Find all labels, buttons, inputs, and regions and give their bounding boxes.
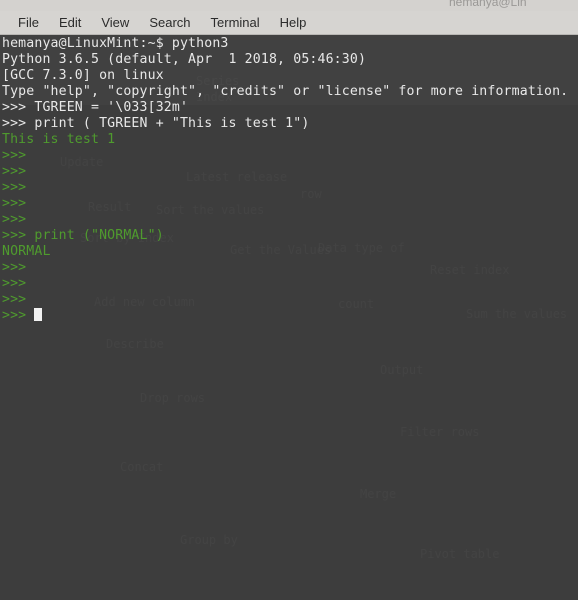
- terminal-line: >>>: [2, 276, 27, 291]
- terminal-line: >>> TGREEN = '\033[32m': [2, 100, 189, 115]
- terminal-line: This is test 1: [2, 132, 116, 147]
- menu-item-terminal[interactable]: Terminal: [201, 13, 270, 33]
- menu-item-edit[interactable]: Edit: [49, 13, 91, 33]
- terminal-output-area[interactable]: SeriesIndexUpdateLatest releaserowResult…: [0, 35, 578, 600]
- terminal-line: >>>: [2, 292, 27, 307]
- terminal-line: NORMAL: [2, 244, 51, 259]
- ghost-artifact: Filter rows: [400, 425, 479, 439]
- terminal-line: >>> print ("NORMAL"): [2, 228, 164, 243]
- terminal-line: >>>: [2, 196, 27, 211]
- terminal-line: >>>: [2, 180, 27, 195]
- terminal-line: >>>: [2, 148, 27, 163]
- terminal-line: >>> print ( TGREEN + "This is test 1"): [2, 116, 310, 131]
- menu-item-view[interactable]: View: [91, 13, 139, 33]
- terminal-line-list: hemanya@LinuxMint:~$ python3 Python 3.6.5…: [0, 35, 578, 324]
- ghost-artifact: Describe: [106, 337, 164, 351]
- terminal-line: hemanya@LinuxMint:~$ python3: [2, 36, 229, 51]
- terminal-line-active: >>>: [2, 308, 578, 324]
- ghost-artifact: Drop rows: [140, 391, 205, 405]
- menu-bar: File Edit View Search Terminal Help: [0, 11, 578, 35]
- ghost-artifact: Merge: [360, 487, 396, 501]
- window-titlebar[interactable]: hemanya@Lin: [0, 0, 578, 11]
- terminal-line: Python 3.6.5 (default, Apr 1 2018, 05:46…: [2, 52, 367, 67]
- terminal-line: >>>: [2, 164, 27, 179]
- menu-item-search[interactable]: Search: [139, 13, 200, 33]
- ghost-artifact: Concat: [120, 460, 163, 474]
- window-title: hemanya@Lin: [449, 0, 527, 9]
- terminal-line: >>>: [2, 212, 27, 227]
- menu-item-list: File Edit View Search Terminal Help: [8, 11, 316, 34]
- text-cursor: [34, 308, 43, 321]
- menu-item-file[interactable]: File: [8, 13, 49, 33]
- ghost-artifact: Group by: [180, 533, 238, 547]
- terminal-line: [GCC 7.3.0] on linux: [2, 68, 164, 83]
- terminal-line: >>>: [2, 260, 27, 275]
- ghost-artifact: Pivot table: [420, 547, 499, 561]
- ghost-artifact: Output: [380, 363, 423, 377]
- terminal-line: Type "help", "copyright", "credits" or "…: [2, 84, 569, 99]
- menu-item-help[interactable]: Help: [270, 13, 317, 33]
